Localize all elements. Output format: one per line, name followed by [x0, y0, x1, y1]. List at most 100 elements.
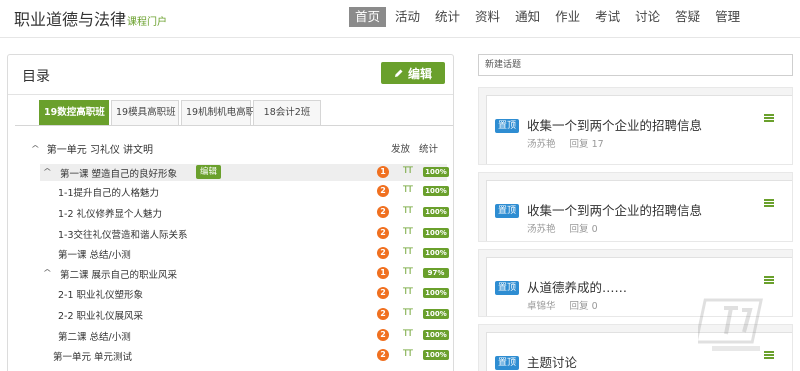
topic-author: 汤苏艳	[527, 224, 556, 235]
course-brand[interactable]: 职业道德与法律课程门户	[14, 6, 167, 30]
tt-icon[interactable]: TT	[403, 247, 413, 257]
publish-count-badge[interactable]: 2	[377, 349, 389, 361]
inline-edit-button[interactable]: 编辑	[196, 165, 222, 179]
menu-icon[interactable]	[764, 199, 774, 207]
topic-card[interactable]: 置顶 收集一个到两个企业的招聘信息 汤苏艳 回复 17	[478, 87, 793, 165]
course-portal-label: 课程门户	[127, 17, 168, 28]
lesson-row[interactable]: 第二课 总结/小测 2 TT 100%	[40, 327, 449, 344]
nav-qa[interactable]: 答疑	[669, 7, 706, 27]
tt-icon[interactable]: TT	[403, 267, 413, 277]
nav-exams[interactable]: 考试	[589, 7, 626, 27]
lesson-row[interactable]: 1-1提升自己的人格魅力 2 TT 100%	[40, 183, 449, 200]
lesson-row[interactable]: 1-3交往礼仪营造和谐人际关系 2 TT 100%	[40, 225, 449, 242]
row-label: 第一课 总结/小测	[58, 250, 131, 261]
tt-icon[interactable]: TT	[403, 185, 413, 195]
lesson-row[interactable]: 2-1 职业礼仪塑形象 2 TT 100%	[40, 285, 449, 302]
publish-count-badge[interactable]: 1	[377, 166, 389, 178]
completion-badge: 100%	[423, 309, 449, 319]
topic-meta: 卓锦华 回复 0	[527, 298, 598, 312]
tt-icon[interactable]: TT	[403, 349, 413, 359]
nav-discussion[interactable]: 讨论	[629, 7, 666, 27]
collapse-caret-icon[interactable]: ^	[43, 268, 52, 277]
publish-count-badge[interactable]: 2	[377, 247, 389, 259]
lesson-row[interactable]: 第一课 总结/小测 2 TT 100%	[40, 245, 449, 262]
tt-icon[interactable]: TT	[403, 308, 413, 318]
publish-count-badge[interactable]: 2	[377, 227, 389, 239]
catalog-header: 目录 编辑	[8, 55, 453, 95]
nav-statistics[interactable]: 统计	[429, 7, 466, 27]
completion-badge: 100%	[423, 186, 449, 196]
topic-card[interactable]: 置顶 收集一个到两个企业的招聘信息 汤苏艳 回复 0	[478, 172, 793, 242]
unit-test-row[interactable]: 第一单元 单元测试 2 TT 100%	[40, 347, 449, 364]
nav-home[interactable]: 首页	[349, 7, 387, 27]
pinned-badge: 置顶	[495, 204, 520, 218]
pinned-badge: 置顶	[495, 281, 520, 295]
publish-count-badge[interactable]: 2	[377, 206, 389, 218]
unit-heading[interactable]: ^ 第一单元 习礼仪 讲文明	[31, 141, 154, 156]
completion-badge: 100%	[423, 288, 449, 298]
tabs-divider	[15, 125, 453, 126]
nav-homework[interactable]: 作业	[549, 7, 586, 27]
completion-badge: 100%	[423, 167, 449, 177]
menu-icon[interactable]	[764, 276, 774, 284]
publish-count-badge[interactable]: 2	[377, 287, 389, 299]
pinned-badge: 置顶	[495, 356, 520, 370]
publish-count-badge[interactable]: 2	[377, 185, 389, 197]
tt-icon[interactable]: TT	[403, 287, 413, 297]
nav-resources[interactable]: 资料	[469, 7, 506, 27]
catalog-title: 目录	[22, 69, 50, 85]
publish-count-badge[interactable]: 1	[377, 267, 389, 279]
row-label: 第二课 展示自己的职业风采	[60, 270, 178, 281]
row-label: 第二课 总结/小测	[58, 332, 131, 343]
chapter-row[interactable]: ^ 第一课 塑造自己的良好形象 编辑 1 TT 100%	[40, 164, 449, 181]
tt-icon[interactable]: TT	[403, 166, 413, 176]
topic-title[interactable]: 收集一个到两个企业的招聘信息	[527, 115, 702, 134]
top-header: 职业道德与法律课程门户 首页 活动 统计 资料 通知 作业 考试 讨论 答疑 管…	[0, 0, 800, 38]
lesson-row[interactable]: 2-2 职业礼仪展风采 2 TT 100%	[40, 306, 449, 323]
reply-prefix: 回复	[569, 224, 589, 235]
publish-column-header: 发放	[391, 144, 411, 155]
catalog-panel: 目录 编辑 19数控高职班 19模具高职班 19机制机电高职 18会计2班 ^ …	[7, 54, 454, 371]
row-label: 第一单元 单元测试	[53, 352, 133, 363]
reply-count: 0	[591, 224, 598, 235]
reply-count: 17	[591, 139, 604, 150]
new-topic-input[interactable]: 新建话题	[478, 54, 793, 76]
nav-activities[interactable]: 活动	[389, 7, 426, 27]
tt-icon[interactable]: TT	[403, 206, 413, 216]
topic-card-body: 置顶 收集一个到两个企业的招聘信息 汤苏艳 回复 17	[486, 95, 792, 164]
tab-class-3[interactable]: 19机制机电高职	[181, 100, 255, 125]
row-label: 第一课 塑造自己的良好形象	[60, 169, 178, 180]
edit-catalog-button[interactable]: 编辑	[381, 62, 445, 84]
collapse-caret-icon[interactable]: ^	[31, 144, 40, 153]
topic-meta: 汤苏艳 回复 0	[527, 221, 598, 235]
pinned-badge: 置顶	[495, 119, 520, 133]
completion-badge: 100%	[423, 330, 449, 340]
chapter-row[interactable]: ^ 第二课 展示自己的职业风采 1 TT 97%	[40, 265, 449, 282]
nav-manage[interactable]: 管理	[709, 7, 746, 27]
topic-card-body: 置顶 收集一个到两个企业的招聘信息 汤苏艳 回复 0	[486, 180, 792, 241]
topic-title[interactable]: 收集一个到两个企业的招聘信息	[527, 200, 702, 219]
publish-count-badge[interactable]: 2	[377, 329, 389, 341]
reply-prefix: 回复	[569, 139, 589, 150]
menu-icon[interactable]	[764, 114, 774, 122]
tab-class-2[interactable]: 19模具高职班	[111, 100, 179, 125]
watermark-logo-icon	[698, 298, 763, 351]
tt-icon[interactable]: TT	[403, 329, 413, 339]
course-title: 职业道德与法律	[14, 10, 127, 29]
nav-notices[interactable]: 通知	[509, 7, 546, 27]
reply-count: 0	[591, 301, 598, 312]
completion-badge: 100%	[423, 228, 449, 238]
lesson-row[interactable]: 1-2 礼仪修养显个人魅力 2 TT 100%	[40, 204, 449, 221]
topic-meta: 汤苏艳 回复 17	[527, 136, 604, 150]
topic-title[interactable]: 主题讨论	[527, 352, 577, 371]
tt-icon[interactable]: TT	[403, 227, 413, 237]
edit-catalog-label: 编辑	[407, 66, 432, 81]
tab-class-4[interactable]: 18会计2班	[253, 100, 321, 125]
tab-class-1[interactable]: 19数控高职班	[39, 100, 109, 125]
unit-title: 第一单元 习礼仪 讲文明	[46, 145, 154, 156]
topic-title[interactable]: 从道德养成的……	[527, 277, 627, 296]
class-tabs: 19数控高职班 19模具高职班 19机制机电高职 18会计2班	[39, 100, 323, 125]
completion-badge: 100%	[423, 248, 449, 258]
collapse-caret-icon[interactable]: ^	[43, 167, 52, 176]
publish-count-badge[interactable]: 2	[377, 308, 389, 320]
